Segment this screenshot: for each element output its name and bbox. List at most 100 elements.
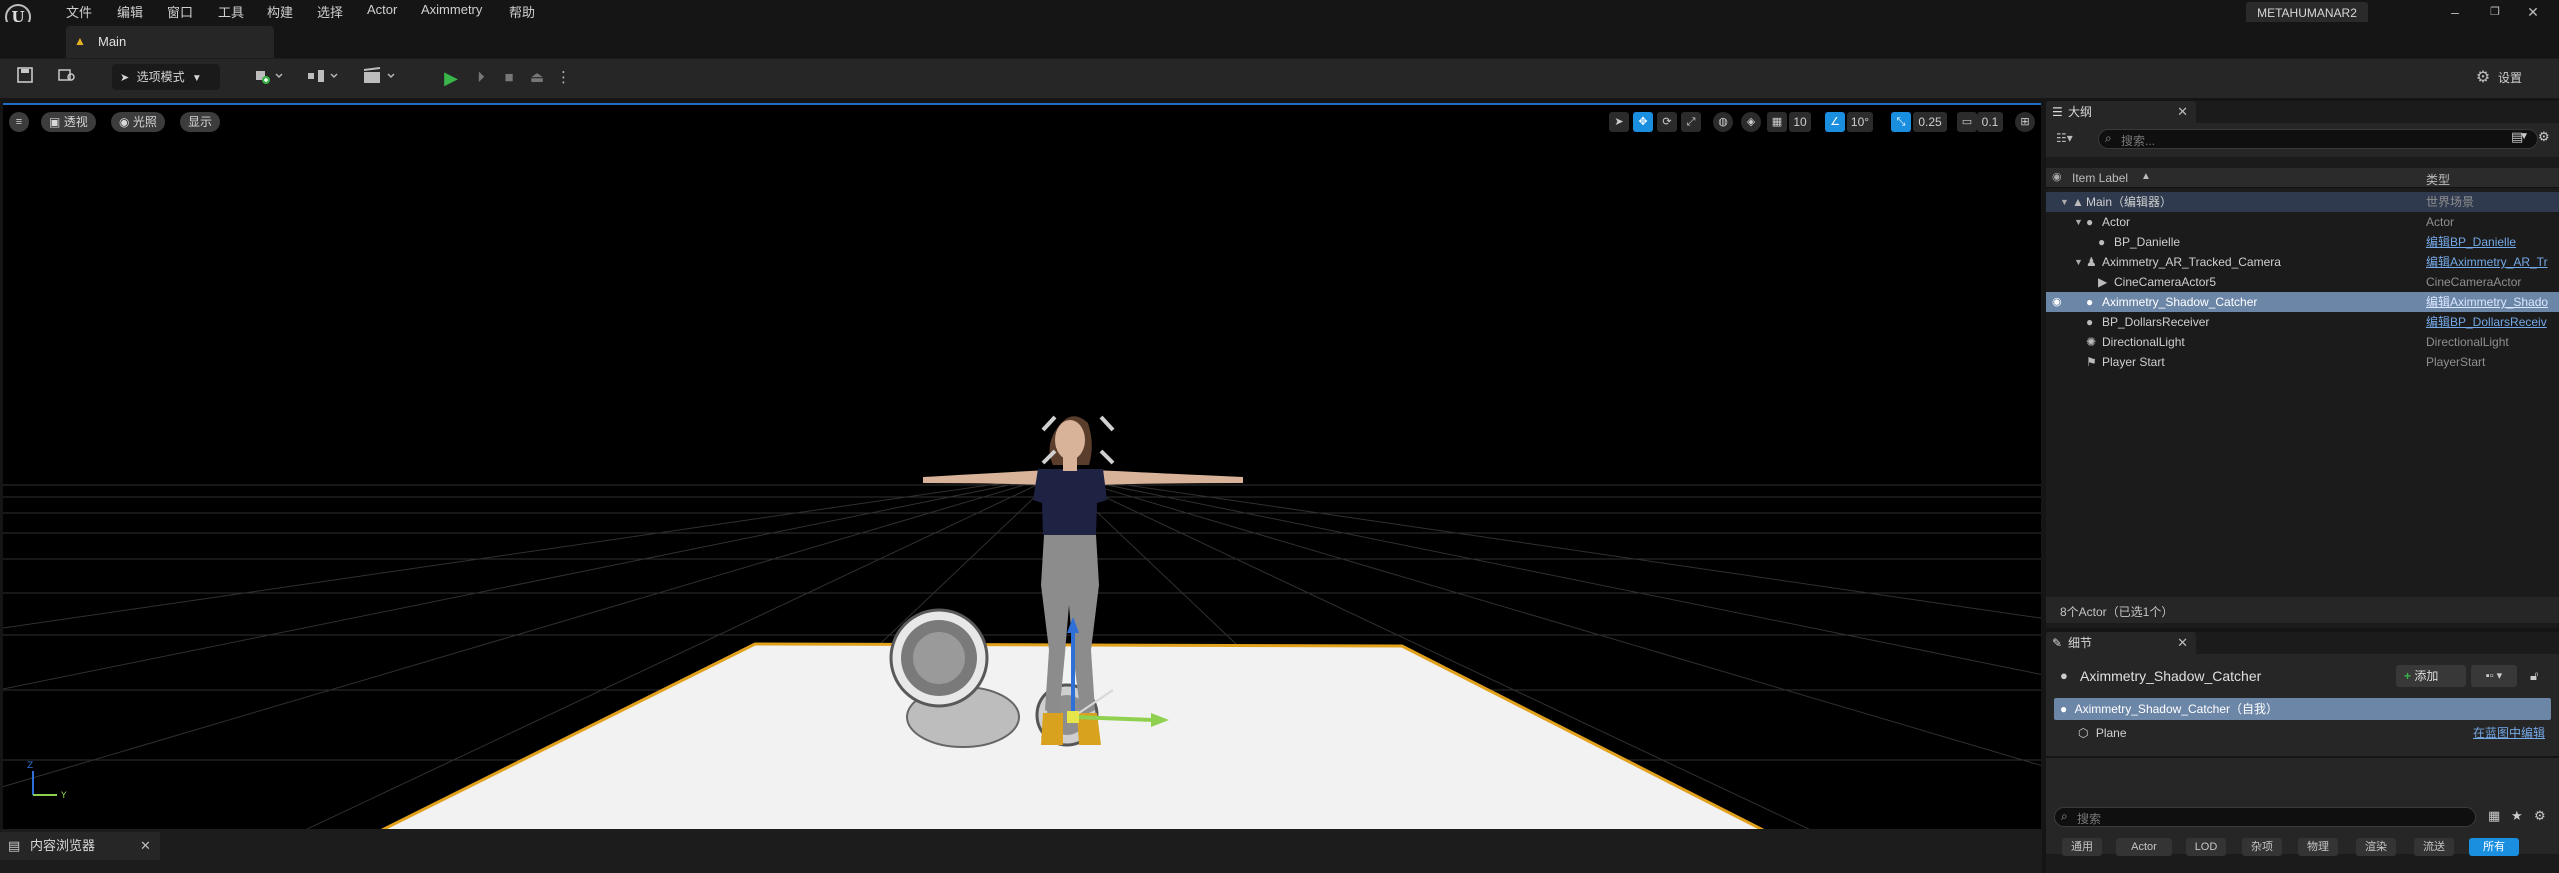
- viewport-menu-icon[interactable]: ≡: [9, 112, 29, 132]
- minimize-icon[interactable]: –: [2444, 4, 2466, 20]
- scale-snap-icon[interactable]: ⤡: [1891, 112, 1911, 132]
- visibility-eye-icon[interactable]: ◉: [2052, 170, 2062, 183]
- row-type: DirectionalLight: [2426, 335, 2509, 349]
- tree-row-cinecamera[interactable]: ▶ CineCameraActor5 CineCameraActor: [2046, 272, 2559, 292]
- menu-select[interactable]: 选择: [317, 2, 343, 21]
- details-settings-icon[interactable]: ⚙: [2534, 808, 2546, 824]
- chevron-down-icon[interactable]: ▼: [2074, 212, 2083, 232]
- close-window-icon[interactable]: ✕: [2522, 4, 2544, 20]
- selection-mode-dropdown[interactable]: ➤ 选项模式 ▼: [112, 64, 220, 90]
- save-icon[interactable]: [14, 67, 36, 89]
- viewport-layout-icon[interactable]: ⊞: [2015, 112, 2035, 132]
- tree-row-actor-folder[interactable]: ▼ ● Actor Actor: [2046, 212, 2559, 232]
- tab-content-browser[interactable]: ▤ 内容浏览器 ✕: [0, 832, 160, 860]
- rotation-snap-value[interactable]: 10°: [1847, 112, 1873, 132]
- chevron-down-icon[interactable]: ▼: [2060, 192, 2069, 212]
- level-viewport[interactable]: Z Y ≡ ▣ 透视 ◉ 光照 显示 ➤ ✥ ⟳ ⤢ ◍ ◈ ▦ 10 ∠ 10…: [3, 103, 2041, 829]
- tab-main-level[interactable]: ▲ Main: [66, 26, 274, 58]
- play-icon[interactable]: ▶: [440, 67, 462, 89]
- camera-speed-icon[interactable]: ▭: [1957, 112, 1977, 132]
- filter-lod[interactable]: LOD: [2186, 838, 2226, 856]
- cinematics-icon[interactable]: [362, 67, 400, 89]
- restore-icon[interactable]: ❐: [2484, 4, 2506, 20]
- row-type-link[interactable]: 编辑Aximmetry_AR_Tr: [2426, 252, 2558, 272]
- tree-row-ar-tracked-camera[interactable]: ▼ ♟ Aximmetry_AR_Tracked_Camera 编辑Aximme…: [2046, 252, 2559, 272]
- blueprint-icon[interactable]: [306, 67, 342, 89]
- menu-file[interactable]: 文件: [66, 2, 92, 21]
- row-type-link[interactable]: 编辑BP_Danielle: [2426, 232, 2558, 252]
- rotation-snap-icon[interactable]: ∠: [1825, 112, 1845, 132]
- row-label: Aximmetry_Shadow_Catcher: [2102, 295, 2258, 309]
- more-options-icon[interactable]: ⋮: [556, 67, 571, 89]
- add-folder-icon[interactable]: ▤: [2511, 129, 2523, 145]
- details-search-input[interactable]: ⌕ 搜索: [2054, 807, 2476, 827]
- rotate-tool-icon[interactable]: ⟳: [1657, 112, 1677, 132]
- grid-snap-icon[interactable]: ▦: [1767, 112, 1787, 132]
- row-type-link[interactable]: 编辑BP_DollarsReceiv: [2426, 312, 2558, 332]
- close-icon[interactable]: ✕: [140, 832, 151, 860]
- filter-general[interactable]: 通用: [2062, 838, 2102, 856]
- component-self-row[interactable]: ● Aximmetry_Shadow_Catcher（自我）: [2054, 698, 2551, 720]
- filter-actor[interactable]: Actor: [2116, 838, 2172, 856]
- filter-rendering[interactable]: 渲染: [2356, 838, 2396, 856]
- outliner-settings-icon[interactable]: ⚙: [2538, 129, 2550, 145]
- tree-row-dollars-receiver[interactable]: ● BP_DollarsReceiver 编辑BP_DollarsReceiv: [2046, 312, 2559, 332]
- surface-snap-icon[interactable]: ◈: [1741, 112, 1761, 132]
- add-actor-icon[interactable]: [252, 67, 286, 89]
- lock-icon[interactable]: 🔓︎: [2530, 668, 2538, 684]
- tree-row-player-start[interactable]: ⚑ Player Start PlayerStart: [2046, 352, 2559, 372]
- col-item-label[interactable]: Item Label: [2072, 171, 2128, 185]
- visibility-eye-icon[interactable]: ◉: [2052, 292, 2062, 312]
- show-button[interactable]: 显示: [180, 112, 221, 132]
- advance-frame-icon[interactable]: ⏵: [470, 67, 492, 89]
- star-icon[interactable]: ★: [2511, 808, 2523, 824]
- perspective-button[interactable]: ▣ 透视: [41, 112, 96, 132]
- filter-physics[interactable]: 物理: [2298, 838, 2338, 856]
- content-browser-icon[interactable]: [56, 67, 78, 89]
- close-icon[interactable]: ✕: [2177, 632, 2188, 654]
- outliner-search-input[interactable]: ⌕ 搜索... ▼: [2098, 129, 2538, 149]
- edit-in-blueprint-link[interactable]: 在蓝图中编辑: [2473, 722, 2545, 744]
- filter-streaming[interactable]: 流送: [2414, 838, 2454, 856]
- tree-row-directional-light[interactable]: ✺ DirectionalLight DirectionalLight: [2046, 332, 2559, 352]
- world-space-icon[interactable]: ◍: [1713, 112, 1733, 132]
- blueprint-options-dropdown[interactable]: ▪▫ ▾: [2471, 665, 2517, 687]
- show-label: 显示: [188, 115, 213, 129]
- col-type[interactable]: 类型: [2426, 171, 2450, 188]
- tree-row-shadow-catcher-selected[interactable]: ◉ ● Aximmetry_Shadow_Catcher 编辑Aximmetry…: [2046, 292, 2559, 312]
- close-icon[interactable]: ✕: [2177, 101, 2188, 123]
- component-plane-row[interactable]: ⬡ Plane 在蓝图中编辑: [2054, 722, 2551, 744]
- chevron-down-icon[interactable]: ▼: [2074, 252, 2083, 272]
- menu-tools[interactable]: 工具: [218, 2, 244, 21]
- filter-icon[interactable]: ☷▾: [2056, 131, 2073, 145]
- lit-mode-button[interactable]: ◉ 光照: [111, 112, 165, 132]
- menu-aximmetry[interactable]: Aximmetry: [421, 2, 482, 17]
- eject-icon[interactable]: ⏏: [526, 67, 548, 89]
- filter-misc[interactable]: 杂项: [2242, 838, 2282, 856]
- menu-build[interactable]: 构建: [267, 2, 293, 21]
- menu-help[interactable]: 帮助: [509, 2, 535, 21]
- stop-icon[interactable]: ■: [498, 67, 520, 89]
- camera-speed-value[interactable]: 0.1: [1977, 112, 2003, 132]
- menu-edit[interactable]: 编辑: [117, 2, 143, 21]
- filter-all[interactable]: 所有: [2469, 838, 2519, 856]
- tree-row-main[interactable]: ▼ ▲ Main（编辑器） 世界场景: [2046, 192, 2559, 212]
- menu-actor[interactable]: Actor: [367, 2, 397, 17]
- menu-window[interactable]: 窗口: [167, 2, 193, 21]
- row-label: Player Start: [2102, 355, 2165, 369]
- details-actor-name[interactable]: Aximmetry_Shadow_Catcher: [2080, 668, 2261, 684]
- property-matrix-icon[interactable]: ▦: [2488, 808, 2500, 824]
- document-tab-bar: [0, 22, 2559, 58]
- tab-details[interactable]: ✎ 细节 ✕: [2046, 632, 2196, 654]
- translate-tool-icon[interactable]: ✥: [1633, 112, 1653, 132]
- tab-outliner[interactable]: ☰ 大纲 ✕: [2046, 101, 2196, 123]
- settings-label[interactable]: 设置: [2498, 69, 2522, 86]
- tree-row-bp-danielle[interactable]: ● BP_Danielle 编辑BP_Danielle: [2046, 232, 2559, 252]
- gear-icon[interactable]: ⚙: [2472, 67, 2494, 89]
- add-component-button[interactable]: + 添加: [2396, 665, 2466, 687]
- scale-tool-icon[interactable]: ⤢: [1681, 112, 1701, 132]
- grid-snap-value[interactable]: 10: [1789, 112, 1811, 132]
- select-tool-icon[interactable]: ➤: [1609, 112, 1629, 132]
- row-type-link[interactable]: 编辑Aximmetry_Shado: [2426, 292, 2558, 312]
- scale-snap-value[interactable]: 0.25: [1913, 112, 1947, 132]
